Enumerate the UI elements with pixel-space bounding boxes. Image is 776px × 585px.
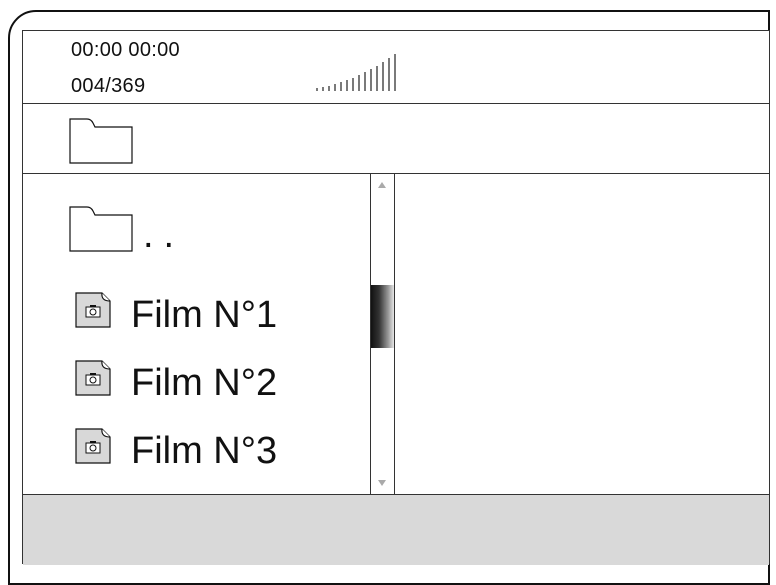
photo-file-icon — [75, 292, 111, 328]
preview-pane — [395, 174, 769, 494]
file-list: .. Film N°1 Film N°2 Film N°3 — [23, 174, 370, 494]
arrow-up-icon — [378, 182, 386, 188]
status-bar: 00:00 00:00 004/369 — [23, 31, 769, 104]
folder-icon — [69, 206, 133, 252]
arrow-down-icon — [378, 480, 386, 486]
scroll-up-button[interactable] — [371, 174, 394, 196]
volume-level-meter — [316, 54, 396, 91]
file-name: Film N°1 — [131, 294, 278, 336]
list-item-parent-folder[interactable]: .. — [23, 202, 370, 264]
track-counter: 004/369 — [71, 75, 146, 97]
time-display: 00:00 00:00 — [71, 39, 180, 61]
photo-file-icon — [75, 360, 111, 396]
file-name: Film N°3 — [131, 430, 278, 472]
folder-icon — [69, 118, 133, 164]
current-path-bar — [23, 104, 769, 174]
info-bar — [23, 494, 769, 565]
photo-file-icon — [75, 428, 111, 464]
list-item[interactable]: Film N°2 — [23, 354, 370, 410]
file-name: Film N°2 — [131, 362, 278, 404]
list-item[interactable]: Film N°1 — [23, 286, 370, 342]
scroll-down-button[interactable] — [371, 472, 394, 494]
list-item[interactable]: Film N°3 — [23, 422, 370, 478]
file-list-scrollbar[interactable] — [370, 174, 395, 494]
scroll-thumb[interactable] — [371, 285, 394, 348]
file-browser-window: 00:00 00:00 004/369 .. Film N°1 Film N°2… — [22, 30, 770, 565]
parent-folder-label: .. — [143, 214, 185, 256]
